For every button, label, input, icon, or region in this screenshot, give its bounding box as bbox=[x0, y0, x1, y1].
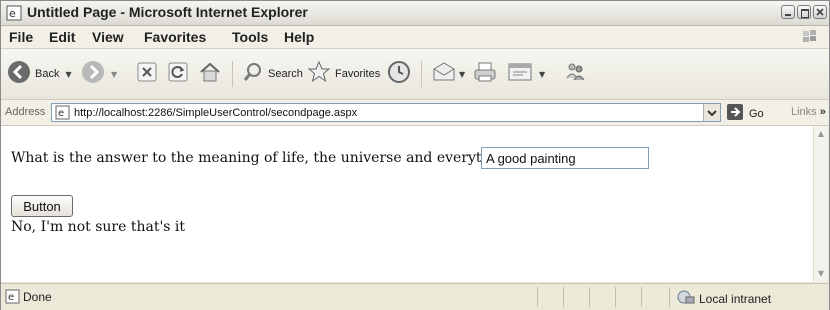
print-icon bbox=[473, 61, 497, 87]
edit-page-icon bbox=[507, 61, 533, 87]
title-bar: e Untitled Page - Microsoft Internet Exp… bbox=[1, 1, 829, 26]
status-bar: e Done Local intranet bbox=[1, 283, 829, 310]
address-dropdown-button[interactable] bbox=[703, 104, 720, 121]
refresh-button[interactable] bbox=[167, 59, 189, 89]
messenger-button[interactable] bbox=[563, 59, 587, 89]
scroll-down-icon[interactable]: ▼ bbox=[815, 268, 827, 280]
scroll-up-icon[interactable]: ▲ bbox=[815, 128, 827, 140]
minimize-button[interactable] bbox=[781, 5, 795, 19]
favorites-button[interactable]: Favorites bbox=[307, 59, 380, 89]
back-arrow-icon bbox=[7, 60, 31, 88]
close-button[interactable] bbox=[813, 5, 827, 19]
home-icon bbox=[198, 61, 222, 87]
go-button[interactable]: Go bbox=[727, 104, 764, 124]
svg-text:e: e bbox=[9, 7, 16, 20]
history-button[interactable] bbox=[387, 59, 411, 89]
status-pane bbox=[589, 287, 590, 307]
address-bar: Address e http://localhost:2286/SimpleUs… bbox=[1, 100, 829, 126]
stop-button[interactable] bbox=[136, 59, 158, 89]
page-status-icon: e bbox=[5, 289, 20, 308]
print-button[interactable] bbox=[473, 59, 497, 89]
question-label: What is the answer to the meaning of lif… bbox=[11, 150, 521, 166]
go-arrow-icon bbox=[727, 104, 743, 124]
menu-view[interactable]: View bbox=[92, 29, 124, 45]
menu-edit[interactable]: Edit bbox=[49, 29, 75, 45]
search-icon bbox=[242, 61, 264, 87]
status-text: Done bbox=[23, 290, 52, 304]
back-button[interactable]: Back ▼ bbox=[7, 59, 72, 89]
home-button[interactable] bbox=[198, 59, 222, 89]
history-icon bbox=[387, 60, 411, 88]
links-button[interactable]: Links » bbox=[791, 106, 826, 118]
mail-button[interactable]: ▼ bbox=[431, 59, 465, 89]
back-dropdown-icon[interactable]: ▼ bbox=[65, 70, 71, 79]
edit-button[interactable]: ▼ bbox=[507, 59, 545, 89]
mail-icon bbox=[431, 61, 457, 87]
links-label: Links bbox=[791, 106, 817, 118]
status-pane bbox=[669, 287, 670, 307]
window-title: Untitled Page - Microsoft Internet Explo… bbox=[27, 4, 308, 20]
vertical-scrollbar[interactable]: ▲ ▼ bbox=[813, 126, 828, 282]
menu-bar: File Edit View Favorites Tools Help bbox=[1, 26, 829, 49]
zone-label: Local intranet bbox=[699, 292, 772, 306]
forward-arrow-icon bbox=[81, 60, 105, 88]
back-label: Back bbox=[35, 68, 60, 80]
status-pane bbox=[537, 287, 538, 307]
page-icon: e bbox=[55, 105, 70, 124]
address-label: Address bbox=[5, 106, 46, 118]
search-button[interactable]: Search bbox=[242, 59, 303, 89]
stop-icon bbox=[136, 61, 158, 87]
messenger-icon bbox=[563, 60, 587, 88]
svg-text:e: e bbox=[8, 292, 14, 303]
result-text: No, I'm not sure that's it bbox=[11, 219, 186, 235]
browser-window: e Untitled Page - Microsoft Internet Exp… bbox=[0, 0, 830, 310]
ie-logo-icon: e bbox=[6, 5, 22, 21]
status-pane bbox=[563, 287, 564, 307]
menu-file[interactable]: File bbox=[9, 29, 33, 45]
standard-toolbar: Back ▼ ▼ Search Favorites ▼ ▼ bbox=[1, 49, 829, 100]
status-pane bbox=[615, 287, 616, 307]
favorites-star-icon bbox=[307, 60, 331, 88]
submit-button[interactable]: Button bbox=[11, 195, 73, 217]
forward-button[interactable]: ▼ bbox=[81, 59, 117, 89]
chevron-right-icon: » bbox=[819, 106, 826, 118]
menu-help[interactable]: Help bbox=[284, 29, 314, 45]
favorites-label: Favorites bbox=[335, 68, 381, 80]
windows-flag-icon bbox=[799, 28, 821, 46]
go-label: Go bbox=[749, 108, 764, 120]
edit-dropdown-icon[interactable]: ▼ bbox=[539, 70, 545, 79]
svg-text:e: e bbox=[58, 108, 64, 119]
menu-tools[interactable]: Tools bbox=[232, 29, 268, 45]
mail-dropdown-icon[interactable]: ▼ bbox=[459, 70, 465, 79]
search-label: Search bbox=[268, 68, 303, 80]
menu-favorites[interactable]: Favorites bbox=[144, 29, 206, 45]
refresh-icon bbox=[167, 61, 189, 87]
answer-input[interactable] bbox=[481, 147, 649, 169]
maximize-button[interactable] bbox=[797, 5, 811, 19]
address-url: http://localhost:2286/SimpleUserControl/… bbox=[74, 107, 358, 119]
intranet-icon bbox=[677, 289, 695, 309]
page-content: What is the answer to the meaning of lif… bbox=[1, 126, 815, 282]
security-zone: Local intranet bbox=[677, 289, 771, 309]
forward-dropdown-icon[interactable]: ▼ bbox=[111, 70, 117, 79]
status-pane bbox=[641, 287, 642, 307]
address-field[interactable]: e http://localhost:2286/SimpleUserContro… bbox=[51, 103, 721, 122]
